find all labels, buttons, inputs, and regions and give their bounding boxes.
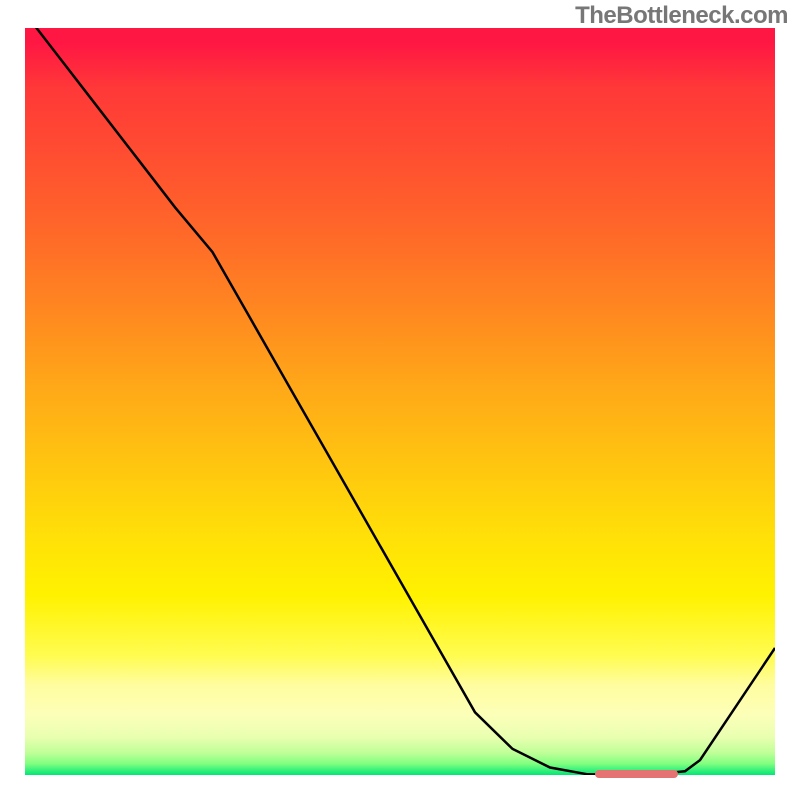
watermark-text: TheBottleneck.com	[575, 2, 788, 30]
chart-curve	[25, 28, 775, 775]
minimum-marker	[595, 770, 678, 778]
chart-container: TheBottleneck.com	[0, 0, 800, 800]
plot-area	[25, 28, 775, 775]
